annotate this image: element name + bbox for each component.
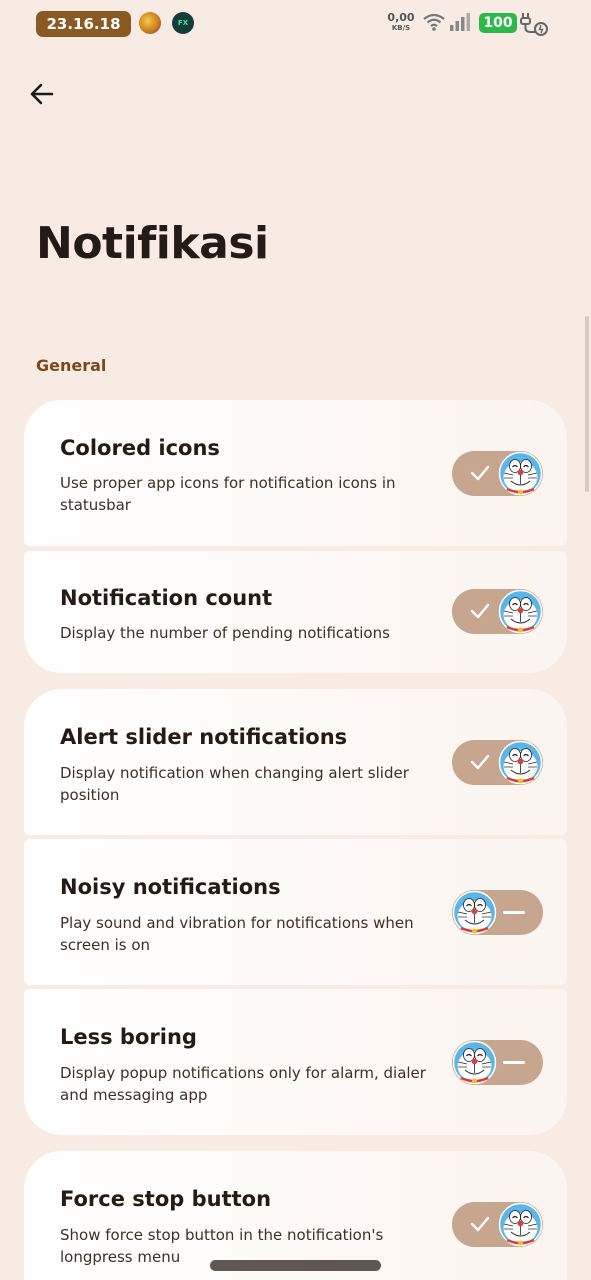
- toggle-switch[interactable]: [452, 740, 543, 785]
- section-header-general: General: [36, 356, 107, 375]
- check-icon: [470, 754, 490, 770]
- setting-noisy-notifications[interactable]: Noisy notifications Play sound and vibra…: [24, 839, 567, 985]
- setting-summary: Use proper app icons for notification ic…: [60, 474, 396, 514]
- setting-colored-icons[interactable]: Colored icons Use proper app icons for n…: [24, 400, 567, 546]
- setting-title: Less boring: [60, 1025, 197, 1049]
- toggle-switch[interactable]: [452, 1202, 543, 1247]
- network-speed: 0,00 KB/S: [386, 12, 416, 34]
- setting-summary: Display the number of pending notificati…: [60, 624, 390, 642]
- dash-icon: [503, 911, 525, 914]
- battery-indicator: 100: [479, 13, 517, 33]
- toggle-thumb-icon: [498, 740, 543, 785]
- clock: 23.16.18: [36, 11, 131, 37]
- signal-icon: [450, 13, 470, 31]
- charging-plug-icon: [520, 13, 548, 36]
- setting-less-boring[interactable]: Less boring Display popup notifications …: [24, 989, 567, 1135]
- toggle-switch[interactable]: [452, 1040, 543, 1085]
- page-title: Notifikasi: [36, 218, 269, 269]
- setting-title: Force stop button: [60, 1187, 272, 1211]
- network-speed-unit: KB/S: [391, 24, 411, 32]
- setting-notification-count[interactable]: Notification count Display the number of…: [24, 551, 567, 673]
- toggle-switch[interactable]: [452, 890, 543, 935]
- setting-title: Colored icons: [60, 436, 220, 460]
- back-arrow-icon[interactable]: [26, 78, 58, 110]
- toggle-thumb-icon: [498, 451, 543, 496]
- check-icon: [470, 465, 490, 481]
- setting-alert-slider-notifications[interactable]: Alert slider notifications Display notif…: [24, 689, 567, 835]
- home-gesture-bar[interactable]: [210, 1260, 381, 1271]
- toggle-thumb-icon: [498, 589, 543, 634]
- setting-summary: Display notification when changing alert…: [60, 764, 409, 804]
- toggle-thumb-icon: [452, 1040, 497, 1085]
- setting-title: Alert slider notifications: [60, 725, 348, 749]
- setting-title: Noisy notifications: [60, 875, 281, 899]
- setting-summary: Play sound and vibration for notificatio…: [60, 914, 414, 954]
- wifi-icon: [423, 13, 445, 31]
- setting-title: Notification count: [60, 586, 273, 610]
- dash-icon: [503, 1061, 525, 1064]
- toggle-thumb-icon: [452, 890, 497, 935]
- app-notification-icon: [139, 12, 161, 34]
- scrollbar[interactable]: [585, 316, 589, 492]
- toggle-switch[interactable]: [452, 589, 543, 634]
- toggle-thumb-icon: [498, 1202, 543, 1247]
- check-icon: [470, 1216, 490, 1232]
- check-icon: [470, 603, 490, 619]
- toggle-switch[interactable]: [452, 451, 543, 496]
- app-badge-icon: FX: [172, 12, 194, 34]
- status-bar: 23.16.18 FX 0,00 KB/S 100: [0, 0, 591, 48]
- setting-summary: Display popup notifications only for ala…: [60, 1064, 426, 1104]
